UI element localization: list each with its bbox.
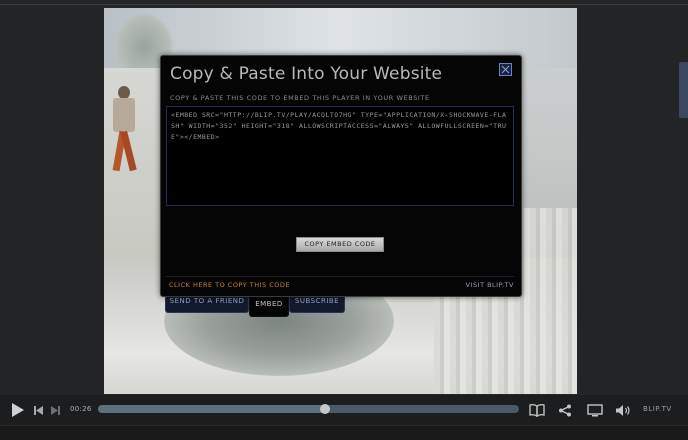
chapters-button[interactable] xyxy=(528,395,546,425)
book-icon xyxy=(529,403,545,417)
brand-logo[interactable]: BLIP.TV xyxy=(643,405,672,413)
player-stage: Send to a friend Embed Subscribe Copy & … xyxy=(0,0,688,395)
modal-subtitle: Copy & Paste this code to embed this pla… xyxy=(170,94,430,102)
volume-button[interactable] xyxy=(614,395,632,425)
copy-code-link[interactable]: Click here to copy this code xyxy=(169,281,290,289)
embed-modal: Copy & Paste Into Your Website Copy & Pa… xyxy=(160,55,522,297)
video-person xyxy=(110,86,138,178)
modal-divider xyxy=(166,276,514,277)
close-button[interactable] xyxy=(499,63,512,76)
share-icon xyxy=(559,404,571,416)
previous-button[interactable] xyxy=(32,395,46,425)
modal-title: Copy & Paste Into Your Website xyxy=(170,64,443,84)
screen-icon xyxy=(587,403,603,416)
visit-blip-link[interactable]: Visit Blip.tv xyxy=(466,281,514,289)
progress-track[interactable] xyxy=(98,404,519,414)
next-button[interactable] xyxy=(48,395,62,425)
play-icon xyxy=(12,403,24,417)
progress-knob[interactable] xyxy=(320,404,331,414)
bottom-bar xyxy=(0,425,688,440)
side-panel-handle[interactable] xyxy=(679,62,688,118)
share-button[interactable] xyxy=(557,395,573,425)
embed-code-field[interactable] xyxy=(166,106,514,206)
next-icon xyxy=(51,405,60,415)
play-button[interactable] xyxy=(8,395,28,425)
close-x-icon xyxy=(501,65,510,74)
time-display: 00:26 xyxy=(70,405,92,413)
fullscreen-button[interactable] xyxy=(586,395,604,425)
previous-icon xyxy=(34,405,43,415)
frame-line xyxy=(0,4,688,5)
progress-fill xyxy=(98,405,326,413)
copy-embed-code-button[interactable]: Copy Embed Code xyxy=(296,237,384,252)
volume-icon xyxy=(615,404,630,416)
control-bar: 00:26 BLIP.TV xyxy=(0,395,688,425)
